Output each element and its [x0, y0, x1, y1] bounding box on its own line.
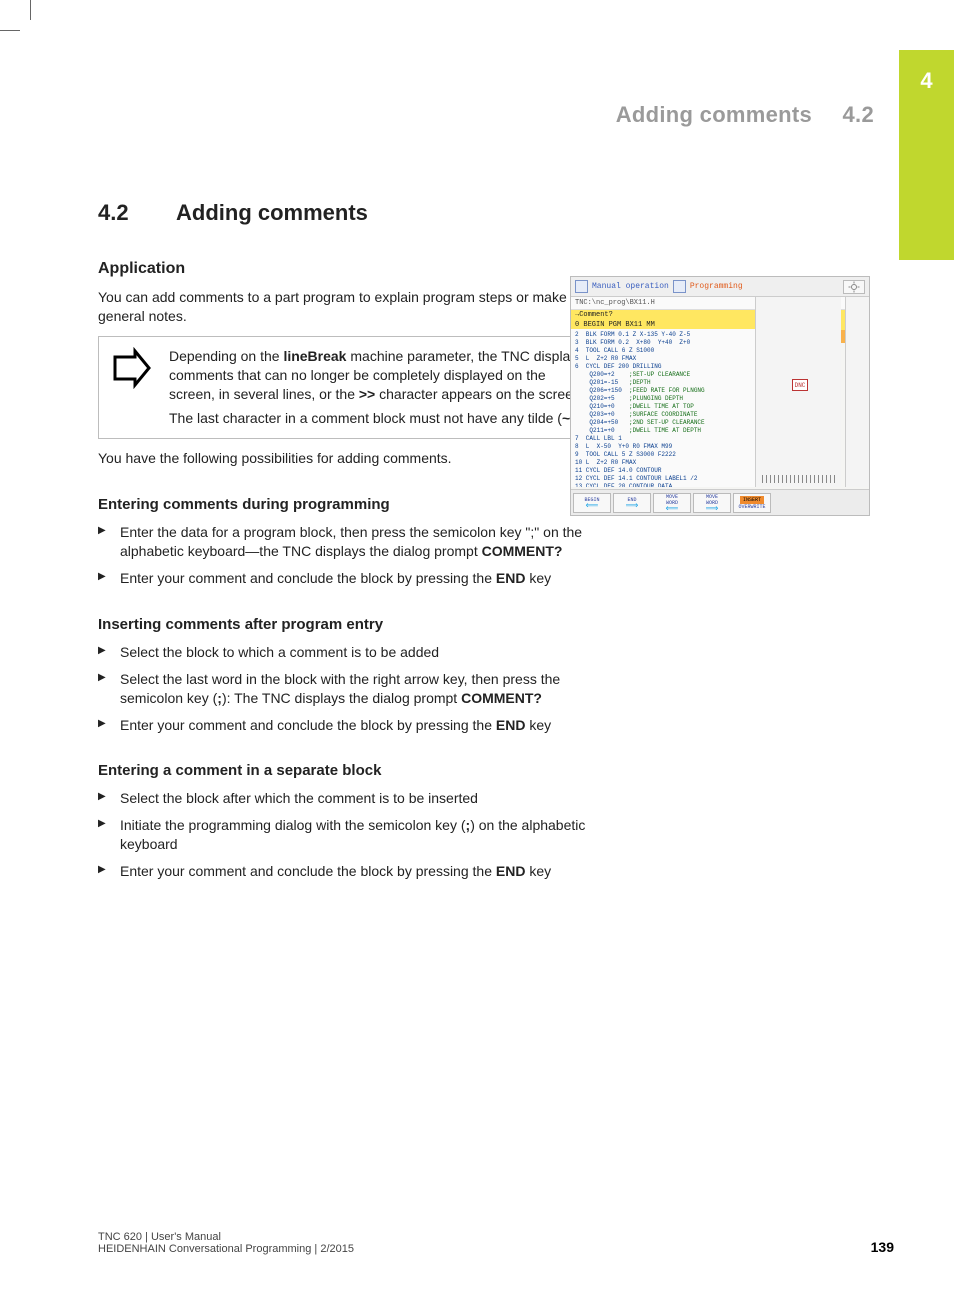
list-item: Enter your comment and conclude the bloc…	[98, 569, 598, 588]
arrow-left-icon: ⟸	[586, 503, 599, 509]
application-after-note: You have the following possibilities for…	[98, 449, 598, 468]
footer-line-1: TNC 620 | User's Manual	[98, 1231, 894, 1243]
sub1-heading: Entering comments during programming	[98, 496, 598, 513]
list-item: Initiate the programming dialog with the…	[98, 816, 598, 854]
list-item: Enter your comment and conclude the bloc…	[98, 716, 598, 735]
list-item: Enter your comment and conclude the bloc…	[98, 862, 598, 881]
code-line: 2 BLK FORM 0.1 Z X-135 Y-40 Z-5	[575, 331, 753, 339]
sub3-list: Select the block after which the comment…	[98, 789, 598, 881]
softkey-move-word-right[interactable]: MOVEWORD⟹	[693, 493, 731, 513]
list-item: Select the block after which the comment…	[98, 789, 598, 808]
scr-side-panel: DNC	[755, 297, 841, 487]
code-line: 13 CYCL DEF 20 CONTOUR DATA	[575, 483, 753, 487]
list-item: Enter the data for a program block, then…	[98, 523, 598, 561]
code-line: Q210=+0 ;DWELL TIME AT TOP	[575, 403, 753, 411]
dnc-icon: DNC	[792, 379, 808, 391]
scr-right-col	[845, 297, 869, 487]
softkey-begin[interactable]: BEGIN⟸	[573, 493, 611, 513]
code-line: 3 BLK FORM 0.2 X+80 Y+40 Z+0	[575, 339, 753, 347]
mode-left: Manual operation	[592, 282, 669, 291]
code-line: 10 L Z+2 R0 FMAX	[575, 459, 753, 467]
note-box: Depending on the lineBreak machine param…	[98, 336, 598, 440]
section-number: 4.2	[98, 200, 176, 226]
code-line: 5 L Z+2 R0 FMAX	[575, 355, 753, 363]
mode-icon	[673, 280, 686, 293]
tnc-screenshot: Manual operation Programming TNC:\nc_pro…	[570, 276, 870, 516]
sub2-list: Select the block to which a comment is t…	[98, 643, 598, 735]
softkey-end[interactable]: END⟹	[613, 493, 651, 513]
code-line: Q202=+5 ;PLUNGING DEPTH	[575, 395, 753, 403]
footer: TNC 620 | User's Manual HEIDENHAIN Conve…	[98, 1231, 894, 1255]
running-head-number: 4.2	[843, 102, 874, 127]
code-line: Q204=+50 ;2ND SET-UP CLEARANCE	[575, 419, 753, 427]
code-line: Q211=+0 ;DWELL TIME AT DEPTH	[575, 427, 753, 435]
code-line: 11 CYCL DEF 14.0 CONTOUR	[575, 467, 753, 475]
section-heading: 4.2Adding comments	[98, 200, 598, 226]
sub3-heading: Entering a comment in a separate block	[98, 762, 598, 779]
mode-icon	[575, 280, 588, 293]
softkey-insert-overwrite[interactable]: INSERTOVERWRITE	[733, 493, 771, 513]
note-paragraph-1: Depending on the lineBreak machine param…	[169, 347, 585, 404]
gear-icon[interactable]	[843, 280, 865, 294]
footer-line-2: HEIDENHAIN Conversational Programming | …	[98, 1243, 894, 1255]
arrow-left-icon: ⟸	[666, 506, 679, 512]
running-head: Adding comments 4.2	[616, 102, 874, 128]
code-line: 4 TOOL CALL 6 Z S1000	[575, 347, 753, 355]
note-paragraph-2: The last character in a comment block mu…	[169, 409, 585, 428]
mode-right: Programming	[690, 282, 743, 291]
sub2-heading: Inserting comments after program entry	[98, 616, 598, 633]
code-line: 6 CYCL DEF 200 DRILLING	[575, 363, 753, 371]
application-intro: You can add comments to a part program t…	[98, 288, 598, 326]
page-number: 139	[871, 1239, 894, 1255]
arrow-right-icon: ⟹	[706, 506, 719, 512]
main-content: 4.2Adding comments Application You can a…	[98, 200, 598, 889]
arrow-right-icon: ⟹	[626, 503, 639, 509]
code-line: Q206=+150 ;FEED RATE FOR PLNGNG	[575, 387, 753, 395]
running-head-title: Adding comments	[616, 102, 812, 127]
code-line: Q203=+0 ;SURFACE COORDINATE	[575, 411, 753, 419]
list-item: Select the block to which a comment is t…	[98, 643, 598, 662]
section-title: Adding comments	[176, 200, 368, 225]
code-line: 9 TOOL CALL 5 Z S3000 F2222	[575, 451, 753, 459]
application-heading: Application	[98, 260, 598, 278]
scr-topbar: Manual operation Programming	[571, 277, 869, 297]
code-line: 7 CALL LBL 1	[575, 435, 753, 443]
sub1-list: Enter the data for a program block, then…	[98, 523, 598, 588]
chapter-tab: 4	[899, 50, 954, 260]
scr-softkey-bar: BEGIN⟸ END⟹ MOVEWORD⟸ MOVEWORD⟹ INSERTOV…	[571, 489, 869, 515]
code-line: 12 CYCL DEF 14.1 CONTOUR LABEL1 /2	[575, 475, 753, 483]
softkey-move-word-left[interactable]: MOVEWORD⟸	[653, 493, 691, 513]
ruler-icon	[762, 475, 835, 483]
code-line: Q201=-15 ;DEPTH	[575, 379, 753, 387]
list-item: Select the last word in the block with t…	[98, 670, 598, 708]
scr-code-area: 2 BLK FORM 0.1 Z X-135 Y-40 Z-53 BLK FOR…	[571, 329, 757, 487]
code-line: Q200=+2 ;SET-UP CLEARANCE	[575, 371, 753, 379]
note-arrow-icon	[109, 347, 151, 389]
code-line: 8 L X-50 Y+0 R0 FMAX M99	[575, 443, 753, 451]
